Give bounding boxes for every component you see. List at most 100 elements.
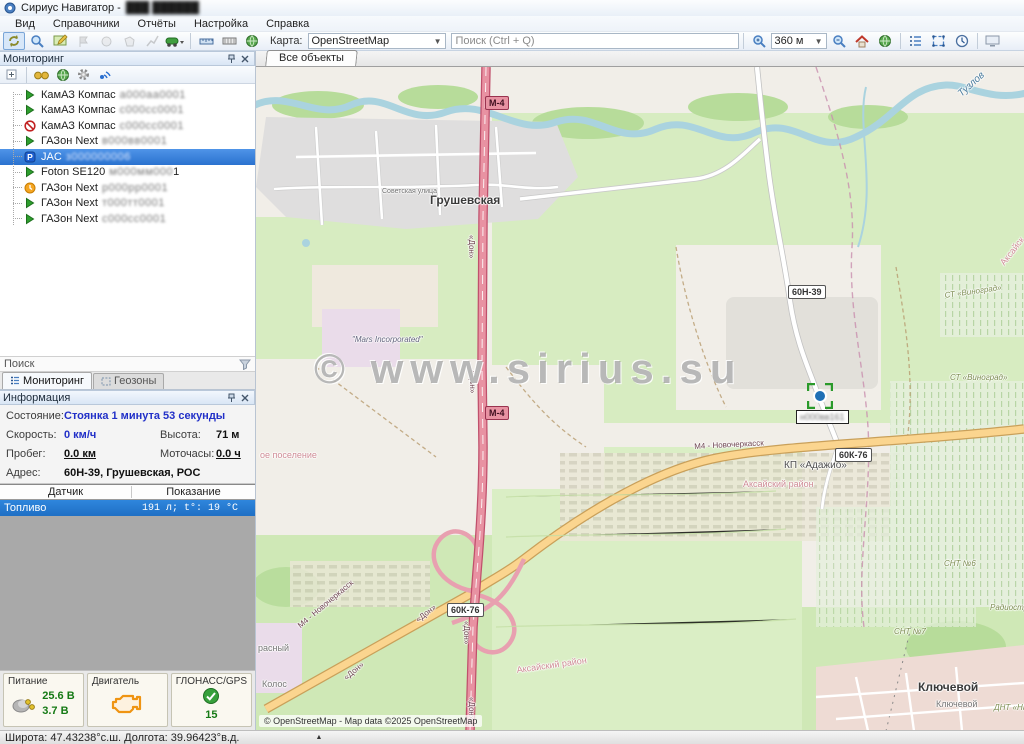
vehicle-row[interactable]: PJACз000000006 [0, 149, 255, 165]
vehicle-plate-redacted: т000тт0001 [102, 197, 165, 209]
title-bar: Сириус Навигатор - ███ ██████ [0, 0, 1024, 16]
placemark-icon [77, 35, 90, 48]
vehicle-name: КамАЗ Компас [41, 120, 116, 132]
binoculars-icon [34, 69, 49, 80]
address-value: 60Н-39, Грушевская, РОС [64, 467, 249, 479]
tree-branch-line [13, 218, 22, 219]
close-icon[interactable] [238, 53, 251, 65]
vehicle-row[interactable]: КамАЗ Компаса000аа0001 [0, 87, 255, 103]
menu-reports[interactable]: Отчёты [129, 18, 185, 30]
mileage-value[interactable]: 0.0 км [64, 448, 160, 460]
vehicle-row[interactable]: Foton SE120м000мм0001 [0, 165, 255, 181]
settings-button[interactable] [74, 67, 93, 83]
mileage-label: Пробег: [6, 448, 64, 460]
altitude-label: Высота: [160, 429, 216, 441]
global-search-input[interactable]: Поиск (Ctrl + Q) [451, 33, 739, 49]
left-panel: Мониторинг [0, 51, 256, 730]
toolbar-separator [977, 33, 978, 49]
vehicle-row[interactable]: ГАЗон Nextр000рр0001 [0, 180, 255, 196]
add-polygon-button[interactable] [118, 32, 140, 50]
zoom-in-button[interactable] [748, 32, 770, 50]
vehicle-plate-redacted: с000сс0001 [102, 213, 166, 225]
refresh-button[interactable] [3, 32, 25, 50]
map-tab-label: Все объекты [279, 52, 344, 64]
history-button[interactable] [951, 32, 973, 50]
toolbar-separator [190, 33, 191, 49]
add-polyline-button[interactable] [141, 32, 163, 50]
vehicle-plate-redacted: в000вв0001 [102, 135, 167, 147]
vehicle-tree: КамАЗ Компаса000аа0001КамАЗ Компасс000сс… [0, 84, 255, 356]
expand-all-button[interactable] [2, 67, 21, 83]
filter-icon[interactable] [239, 359, 251, 370]
vehicle-row[interactable]: ГАЗон Next т000тт0001 [0, 196, 255, 212]
tracking-button[interactable] [95, 67, 114, 83]
measure-button[interactable] [218, 32, 240, 50]
vehicle-name: ГАЗон Next [41, 213, 98, 225]
signal-icon [98, 68, 111, 81]
ruler-button[interactable] [195, 32, 217, 50]
geozones-button[interactable] [928, 32, 950, 50]
vehicle-row[interactable]: ГАЗон Nextв000вв0001 [0, 134, 255, 150]
zoom-out-button[interactable] [828, 32, 850, 50]
engine-gauge: Двигатель [87, 673, 168, 727]
vehicle-menu-button[interactable] [164, 32, 186, 50]
statusbar-expander[interactable]: ▲ [315, 734, 322, 741]
pin-icon[interactable] [225, 53, 238, 65]
globe-tools-button[interactable] [241, 32, 263, 50]
add-placemark-button[interactable] [72, 32, 94, 50]
world-view-button[interactable] [874, 32, 896, 50]
menu-settings[interactable]: Настройка [185, 18, 257, 30]
vehicle-status-idle-icon [24, 182, 37, 194]
zoom-select-button[interactable] [26, 32, 48, 50]
close-icon[interactable] [238, 392, 251, 404]
refresh-icon [7, 34, 21, 48]
chevron-down-icon: ▼ [434, 37, 442, 46]
power-main-voltage: 25.6 В [42, 689, 74, 704]
edit-map-button[interactable] [49, 32, 71, 50]
menu-view[interactable]: Вид [6, 18, 44, 30]
tree-search-row: Поиск [0, 356, 255, 372]
map-canvas[interactable]: ГрушевскаяСоветская улицаТузлов"Mars Inc… [256, 67, 1024, 730]
map-scale-combo[interactable]: 360 м ▼ [771, 33, 827, 49]
tab-monitoring-label: Мониторинг [23, 375, 84, 387]
info-panel: Состояние: Стоянка 1 минута 53 секунды С… [0, 405, 255, 484]
engine-hours-value[interactable]: 0.0 ч [216, 448, 249, 460]
map-tab-all-objects[interactable]: Все объекты [265, 50, 358, 66]
vehicle-row[interactable]: КамАЗ Компас с000сс0001 [0, 118, 255, 134]
objects-list-button[interactable] [905, 32, 927, 50]
monitor-icon [985, 35, 1000, 47]
globe-icon [245, 34, 259, 48]
pin-icon[interactable] [225, 392, 238, 404]
plus-box-icon [6, 69, 17, 80]
tree-branch-line [13, 187, 22, 188]
toolbar-separator [743, 33, 744, 49]
vehicle-status-moving-icon [24, 135, 37, 147]
sensor-row[interactable]: Топливо191 л; t°: 19 °C [0, 500, 255, 516]
vehicle-row[interactable]: ГАЗон Next с000сс0001 [0, 211, 255, 227]
fullscreen-button[interactable] [982, 32, 1004, 50]
add-circle-button[interactable] [95, 32, 117, 50]
sensor-table: Датчик Показание Топливо191 л; t°: 19 °C [0, 484, 255, 670]
tab-geozones[interactable]: Геозоны [93, 373, 164, 389]
gps-gauge: ГЛОНАСС/GPS 15 [171, 673, 252, 727]
tree-branch-line [13, 94, 22, 95]
map-select-combo[interactable]: OpenStreetMap ▼ [308, 33, 446, 49]
power-gauge: Питание 25.6 В 3.7 В [3, 673, 84, 727]
map-base-layer [256, 67, 1024, 730]
vehicle-name: ГАЗон Next [41, 197, 98, 209]
vehicle-name: КамАЗ Компас [41, 104, 116, 116]
gps-gauge-label: ГЛОНАСС/GPS [176, 676, 247, 687]
globe-icon [56, 68, 70, 82]
vehicle-icon [165, 35, 185, 48]
show-on-map-button[interactable] [53, 67, 72, 83]
menu-directories[interactable]: Справочники [44, 18, 129, 30]
status-bar: Широта: 47.43238°с.ш. Долгота: 39.96423°… [0, 730, 1024, 744]
vehicle-row[interactable]: КамАЗ Компасс000сс0001 [0, 103, 255, 119]
menu-help[interactable]: Справка [257, 18, 318, 30]
follow-vehicle-button[interactable] [32, 67, 51, 83]
selected-vehicle-marker[interactable] [807, 383, 833, 409]
home-button[interactable] [851, 32, 873, 50]
state-value: Стоянка 1 минута 53 секунды [64, 410, 249, 422]
vehicle-plate-redacted: с000сс0001 [120, 120, 184, 132]
tab-monitoring[interactable]: Мониторинг [2, 372, 92, 389]
